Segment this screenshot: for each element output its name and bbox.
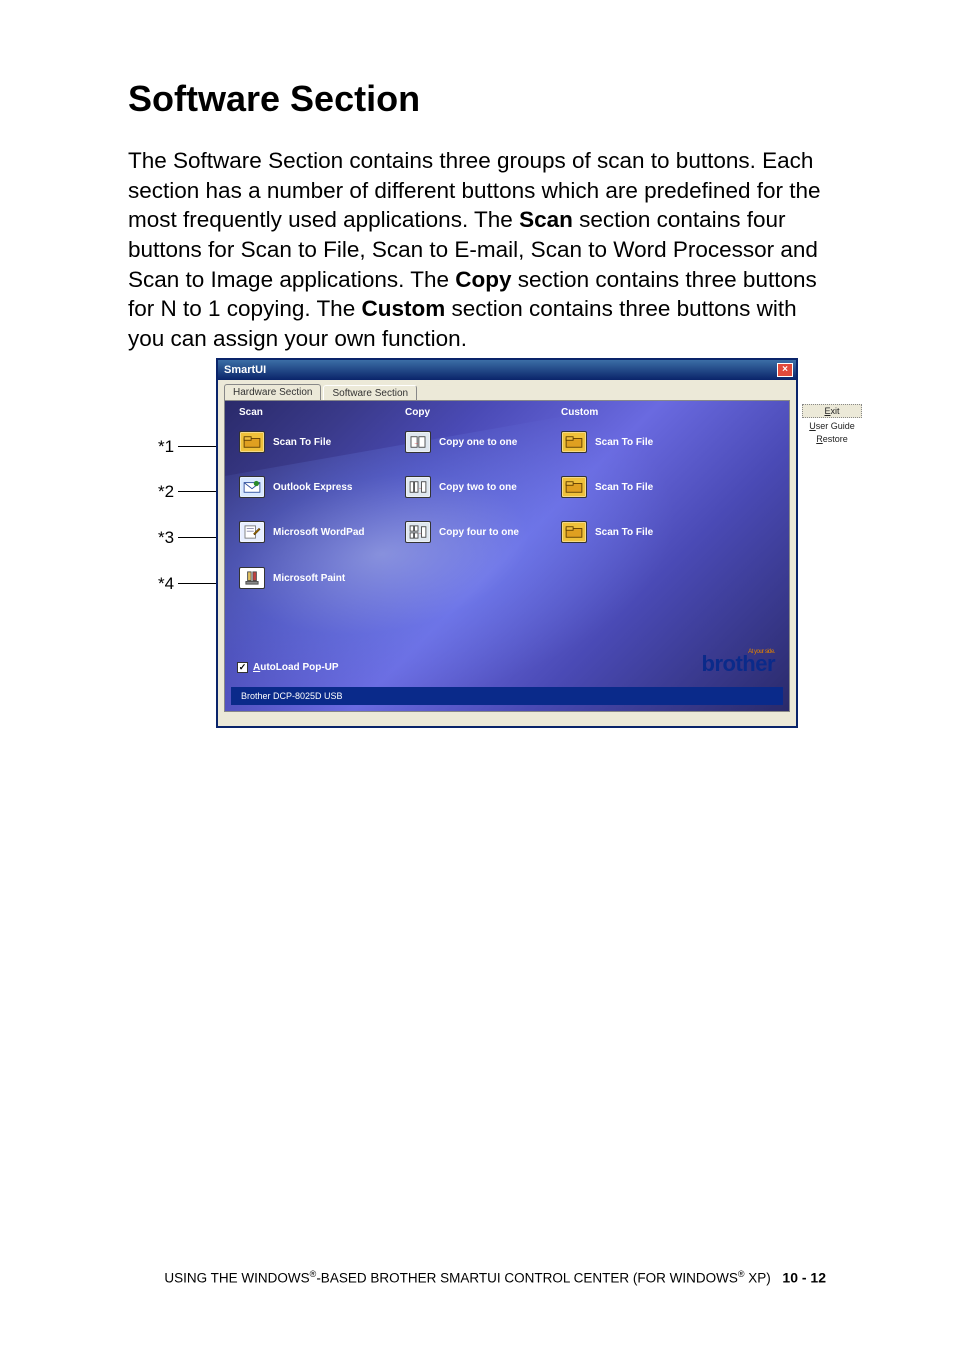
screenshot-area: *1 *2 *3 *4 SmartUI × Hardware Section S… bbox=[162, 358, 852, 730]
user-guide-rest: ser Guide bbox=[816, 421, 855, 431]
status-bar: Brother DCP-8025D USB bbox=[231, 687, 783, 705]
copy-row-2-label: Copy two to one bbox=[439, 482, 539, 493]
autoload-label-rest: utoLoad Pop-UP bbox=[260, 662, 338, 673]
intro-copy-bold: Copy bbox=[455, 267, 511, 292]
scan-row-1[interactable]: Scan To File bbox=[239, 431, 373, 453]
svg-text:→: → bbox=[414, 441, 419, 447]
brother-logo: At your side. brother bbox=[702, 649, 776, 677]
tab-hardware-section[interactable]: Hardware Section bbox=[224, 384, 321, 400]
smartui-window: SmartUI × Hardware Section Software Sect… bbox=[216, 358, 798, 728]
scan-row-3-label: Microsoft WordPad bbox=[273, 527, 373, 538]
scan-row-2[interactable]: Outlook Express bbox=[239, 476, 373, 498]
footer-text-a: USING THE WINDOWS bbox=[164, 1271, 309, 1286]
main-panel: Scan Copy Custom Scan To File Outlook Ex… bbox=[224, 400, 790, 712]
custom-row-1-label: Scan To File bbox=[595, 437, 695, 448]
page-footer: USING THE WINDOWS®-BASED BROTHER SMARTUI… bbox=[0, 1269, 954, 1286]
column-header-custom: Custom bbox=[561, 407, 598, 418]
exit-rest: xit bbox=[831, 406, 840, 416]
mail-icon bbox=[239, 476, 265, 498]
page-title: Software Section bbox=[128, 78, 420, 120]
wordpad-icon bbox=[239, 521, 265, 543]
restore-rest: estore bbox=[823, 434, 848, 444]
brother-wordmark: brother bbox=[702, 651, 776, 676]
copy-row-3-label: Copy four to one bbox=[439, 527, 539, 538]
copy-one-icon: → bbox=[405, 431, 431, 453]
intro-scan-bold: Scan bbox=[519, 207, 573, 232]
window-titlebar: SmartUI × bbox=[218, 360, 796, 380]
status-text: Brother DCP-8025D USB bbox=[241, 691, 343, 701]
column-header-copy: Copy bbox=[405, 407, 430, 418]
user-guide-link[interactable]: User Guide bbox=[802, 421, 862, 431]
callout-1-label: *1 bbox=[158, 437, 174, 457]
copy-row-3[interactable]: → Copy four to one bbox=[405, 521, 539, 543]
callout-2-label: *2 bbox=[158, 482, 174, 502]
custom-row-3[interactable]: Scan To File bbox=[561, 521, 695, 543]
page-number: 10 - 12 bbox=[782, 1270, 826, 1286]
scan-row-2-label: Outlook Express bbox=[273, 482, 373, 493]
autoload-checkbox-row[interactable]: ✓ AutoLoad Pop-UP bbox=[237, 662, 339, 673]
footer-text-c: XP) bbox=[744, 1271, 770, 1286]
autoload-label: AutoLoad Pop-UP bbox=[253, 662, 339, 673]
copy-row-1[interactable]: → Copy one to one bbox=[405, 431, 539, 453]
footer-text-b: -BASED BROTHER SMARTUI CONTROL CENTER (F… bbox=[316, 1271, 738, 1286]
column-header-scan: Scan bbox=[239, 407, 263, 418]
restore-link[interactable]: Restore bbox=[802, 434, 862, 444]
side-links: Exit User Guide Restore bbox=[802, 404, 862, 444]
folder-icon bbox=[239, 431, 265, 453]
tab-row: Hardware Section Software Section bbox=[218, 380, 796, 400]
paint-icon bbox=[239, 567, 265, 589]
custom-row-2[interactable]: Scan To File bbox=[561, 476, 695, 498]
scan-row-4[interactable]: Microsoft Paint bbox=[239, 567, 373, 589]
copy-four-icon: → bbox=[405, 521, 431, 543]
folder-icon bbox=[561, 476, 587, 498]
exit-button[interactable]: Exit bbox=[802, 404, 862, 418]
callout-3-label: *3 bbox=[158, 528, 174, 548]
checkbox-icon[interactable]: ✓ bbox=[237, 662, 248, 673]
scan-row-4-label: Microsoft Paint bbox=[273, 573, 373, 584]
intro-paragraph: The Software Section contains three grou… bbox=[128, 146, 828, 354]
window-title: SmartUI bbox=[224, 364, 266, 376]
folder-icon bbox=[561, 521, 587, 543]
copy-two-icon: → bbox=[405, 476, 431, 498]
intro-custom-bold: Custom bbox=[361, 296, 445, 321]
custom-row-1[interactable]: Scan To File bbox=[561, 431, 695, 453]
tab-software-section[interactable]: Software Section bbox=[323, 385, 417, 401]
folder-icon bbox=[561, 431, 587, 453]
close-icon[interactable]: × bbox=[777, 363, 793, 377]
custom-row-2-label: Scan To File bbox=[595, 482, 695, 493]
custom-row-3-label: Scan To File bbox=[595, 527, 695, 538]
scan-row-3[interactable]: Microsoft WordPad bbox=[239, 521, 373, 543]
scan-row-1-label: Scan To File bbox=[273, 437, 373, 448]
copy-row-1-label: Copy one to one bbox=[439, 437, 539, 448]
callout-4-label: *4 bbox=[158, 574, 174, 594]
copy-row-2[interactable]: → Copy two to one bbox=[405, 476, 539, 498]
